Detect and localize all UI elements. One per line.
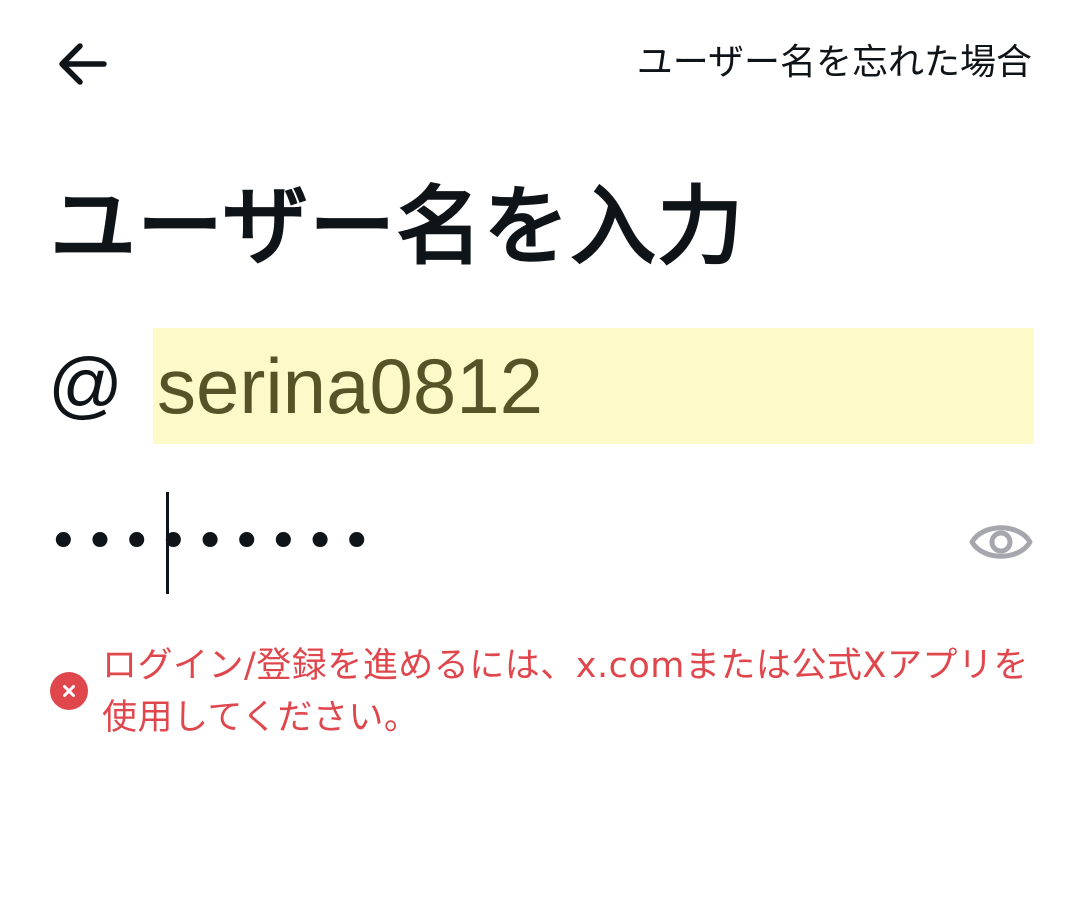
at-prefix: @ xyxy=(48,343,124,426)
error-x-circle-icon xyxy=(50,672,88,710)
password-field xyxy=(48,488,1034,598)
text-cursor xyxy=(166,492,169,594)
login-screen: ユーザー名を忘れた場合 ユーザー名を入力 @ ログイン/登録を進めるには、x.c… xyxy=(0,0,1080,906)
forgot-username-link[interactable]: ユーザー名を忘れた場合 xyxy=(637,38,1032,88)
password-input[interactable] xyxy=(48,494,928,590)
show-password-toggle[interactable] xyxy=(968,512,1034,572)
username-input[interactable] xyxy=(153,328,1034,444)
arrow-left-icon xyxy=(59,43,107,85)
error-text: ログイン/登録を進めるには、x.comまたは公式Xアプリを使用してください。 xyxy=(102,646,1029,738)
eye-icon xyxy=(969,525,1033,559)
username-field: @ xyxy=(48,328,1034,444)
back-button[interactable] xyxy=(48,36,114,92)
page-title: ユーザー名を入力 xyxy=(50,177,745,277)
